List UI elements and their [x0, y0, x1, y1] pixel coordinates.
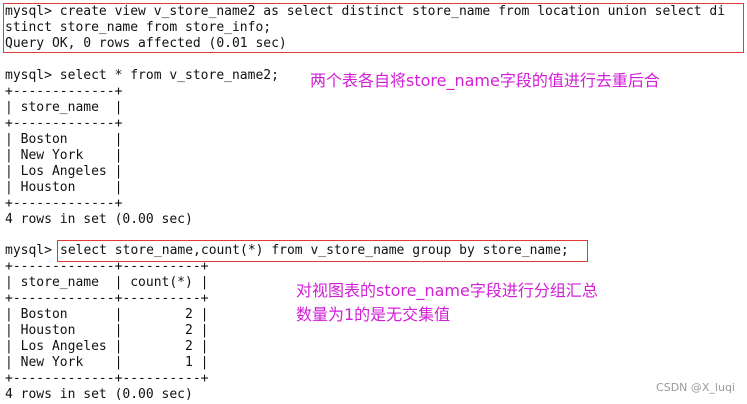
create-view-command-line-1: mysql> create view v_store_name2 as sele…	[5, 4, 726, 19]
annotation-merge-dedup: 两个表各自将store_name字段的值进行去重后合	[310, 71, 660, 90]
table-border: +-------------+	[5, 84, 123, 99]
table-border: +-------------+----------+	[5, 371, 209, 386]
rows-in-set-status: 4 rows in set (0.00 sec)	[5, 212, 193, 227]
create-view-result: Query OK, 0 rows affected (0.01 sec)	[5, 36, 287, 51]
table-row: | New York | 1 |	[5, 355, 209, 370]
table-row: | Boston |	[5, 132, 123, 147]
group-by-prompt-prefix: mysql>	[5, 243, 60, 258]
csdn-watermark: CSDN @X_luqi	[656, 381, 735, 394]
table-row: | Houston |	[5, 180, 123, 195]
table-row: | New York |	[5, 148, 123, 163]
rows-in-set-status: 4 rows in set (0.00 sec)	[5, 387, 193, 402]
table-row: | Houston | 2 |	[5, 323, 209, 338]
table-border: +-------------+	[5, 196, 123, 211]
table-row: | Los Angeles | 2 |	[5, 339, 209, 354]
table-header: | store_name |	[5, 100, 123, 115]
table-header: | store_name | count(*) |	[5, 275, 209, 290]
annotation-group-summary: 对视图表的store_name字段进行分组汇总	[296, 281, 598, 300]
table-border: +-------------+----------+	[5, 291, 209, 306]
select-view-prompt: mysql> select * from v_store_name2;	[5, 68, 279, 83]
table-row: | Los Angeles |	[5, 164, 123, 179]
group-by-query: select store_name,count(*) from v_store_…	[60, 243, 569, 258]
table-row: | Boston | 2 |	[5, 307, 209, 322]
annotation-no-intersection: 数量为1的是无交集值	[296, 305, 451, 324]
table-border: +-------------+----------+	[5, 259, 209, 274]
table-border: +-------------+	[5, 116, 123, 131]
create-view-command-line-2: stinct store_name from store_info;	[5, 20, 272, 35]
